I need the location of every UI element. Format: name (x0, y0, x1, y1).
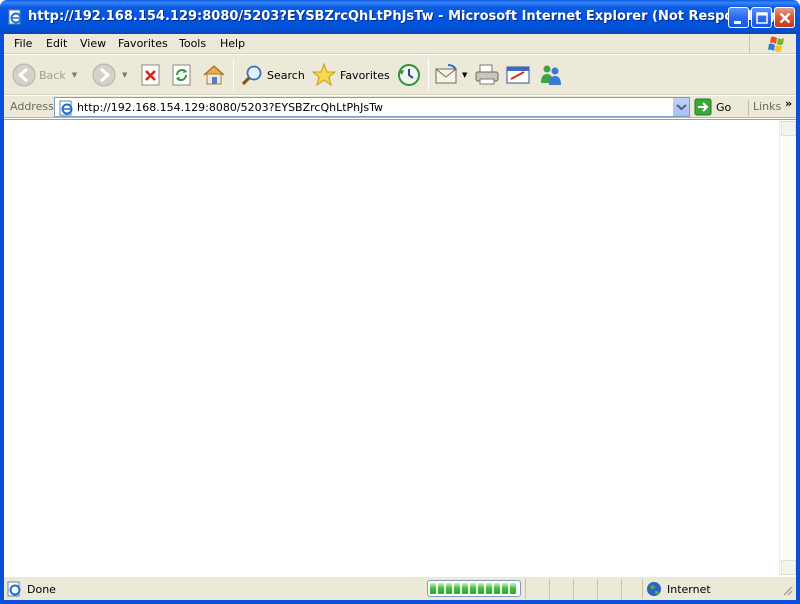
star-icon (311, 62, 337, 87)
status-message: Done (6, 581, 56, 597)
close-icon (779, 12, 791, 24)
page-done-icon (7, 581, 21, 597)
back-dropdown-icon[interactable]: ▼ (72, 71, 77, 79)
menu-file[interactable]: File (14, 37, 32, 50)
address-input[interactable]: http://192.168.154.129:8080/5203?EYSBZrc… (54, 97, 690, 117)
maximize-button[interactable] (751, 7, 772, 28)
ie-page-icon (58, 100, 74, 116)
print-button[interactable] (474, 60, 500, 90)
page-content (4, 119, 796, 576)
edit-page-icon (506, 66, 530, 84)
menu-favorites[interactable]: Favorites (118, 37, 168, 50)
menu-view[interactable]: View (80, 37, 106, 50)
chevron-down-icon (676, 104, 687, 111)
back-button[interactable]: Back ▼ (12, 60, 77, 90)
security-zone: Internet (646, 581, 711, 597)
progress-block (454, 583, 460, 594)
address-bar: Address http://192.168.154.129:8080/5203… (4, 96, 796, 118)
progress-block (430, 583, 436, 594)
back-label: Back (39, 68, 66, 82)
window-frame-right (796, 34, 800, 604)
go-label: Go (716, 100, 732, 114)
toolbar-separator (233, 59, 234, 91)
close-button[interactable] (774, 7, 795, 28)
ie-page-icon (7, 9, 23, 25)
address-dropdown-button[interactable] (672, 98, 689, 116)
stop-icon (141, 64, 160, 86)
home-button[interactable] (201, 60, 227, 90)
back-arrow-icon (12, 63, 36, 87)
scroll-down-button[interactable] (781, 560, 796, 575)
status-cell (621, 579, 622, 599)
messenger-button[interactable] (538, 60, 564, 90)
progress-block (494, 583, 500, 594)
maximize-icon (756, 12, 768, 24)
home-icon (203, 65, 225, 85)
search-label: Search (267, 68, 305, 82)
chevron-right-icon[interactable]: » (785, 97, 792, 110)
printer-icon (475, 64, 499, 85)
edit-button[interactable] (505, 60, 531, 90)
go-button[interactable]: Go (694, 97, 731, 117)
progress-block (446, 583, 452, 594)
windows-logo (749, 34, 792, 53)
progress-block (502, 583, 508, 594)
menu-help[interactable]: Help (220, 37, 245, 50)
status-cell (549, 579, 550, 599)
status-text: Done (27, 582, 56, 596)
address-url: http://192.168.154.129:8080/5203?EYSBZrc… (77, 101, 384, 114)
go-arrow-icon (694, 98, 712, 116)
progress-block (510, 583, 516, 594)
progress-block (486, 583, 492, 594)
favorites-button[interactable]: Favorites (311, 60, 390, 90)
progress-bar (427, 580, 521, 597)
forward-dropdown-icon[interactable]: ▼ (122, 71, 127, 79)
history-icon (398, 64, 420, 86)
vertical-scrollbar[interactable] (779, 120, 796, 576)
zone-label: Internet (667, 582, 711, 596)
search-button[interactable]: Search (240, 60, 305, 90)
title-bar[interactable]: http://192.168.154.129:8080/5203?EYSBZrc… (0, 0, 800, 34)
window-frame-bottom (0, 600, 800, 604)
refresh-icon (172, 64, 191, 86)
forward-arrow-icon (92, 63, 116, 87)
minimize-icon (734, 21, 741, 24)
progress-block (470, 583, 476, 594)
menu-bar: File Edit View Favorites Tools Help (4, 34, 796, 54)
mail-button[interactable]: ▼ (434, 60, 467, 90)
toolbar-separator (428, 59, 429, 91)
menu-tools[interactable]: Tools (179, 37, 206, 50)
minimize-button[interactable] (728, 7, 749, 28)
window-title: http://192.168.154.129:8080/5203?EYSBZrc… (28, 9, 781, 24)
status-bar: Done Internet (4, 576, 796, 600)
progress-block (438, 583, 444, 594)
status-cell (642, 579, 643, 599)
scroll-up-button[interactable] (781, 121, 796, 136)
mail-dropdown-icon[interactable]: ▼ (462, 71, 467, 79)
status-cell (525, 579, 526, 599)
progress-block (462, 583, 468, 594)
forward-button[interactable]: ▼ (92, 60, 127, 90)
address-label: Address (10, 100, 54, 113)
mail-icon (435, 64, 457, 84)
resize-grip-icon[interactable] (781, 584, 793, 596)
progress-block (478, 583, 484, 594)
globe-icon (647, 582, 661, 596)
menu-edit[interactable]: Edit (46, 37, 67, 50)
status-cell (597, 579, 598, 599)
status-cell (573, 579, 574, 599)
search-icon (241, 65, 262, 86)
stop-button[interactable] (140, 60, 162, 90)
history-button[interactable] (396, 60, 422, 90)
favorites-label: Favorites (340, 68, 390, 82)
links-toolbar[interactable]: Links (748, 100, 781, 116)
messenger-icon (541, 65, 561, 85)
standard-toolbar: Back ▼ ▼ Search Favorites ▼ (4, 55, 796, 95)
refresh-button[interactable] (171, 60, 193, 90)
